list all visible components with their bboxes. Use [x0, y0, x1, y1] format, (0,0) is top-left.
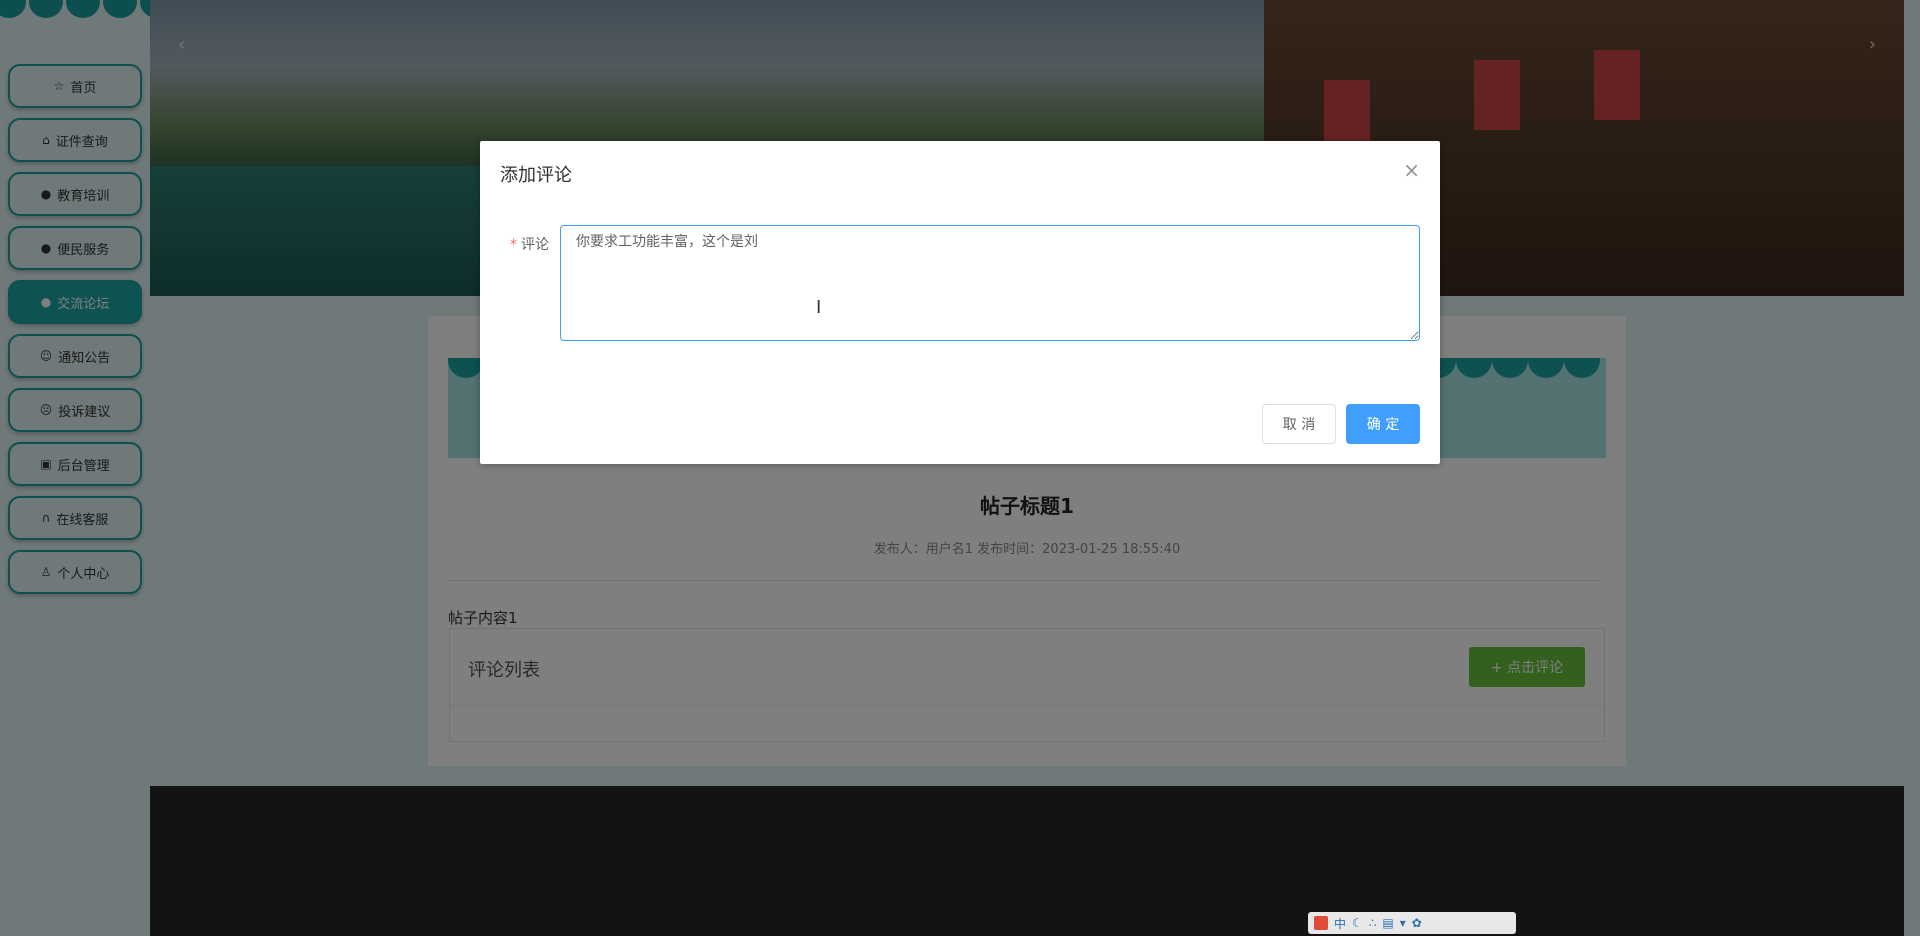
confirm-button[interactable]: 确 定 — [1346, 404, 1420, 444]
keyboard-icon[interactable]: ▤ — [1382, 916, 1393, 930]
dots-icon[interactable]: ∴ — [1369, 916, 1377, 930]
required-mark: * — [510, 237, 517, 253]
gear-icon[interactable]: ✿ — [1412, 916, 1422, 930]
ime-toolbar[interactable]: 中 ☾ ∴ ▤ ▾ ✿ — [1308, 912, 1516, 934]
dialog-title: 添加评论 — [500, 165, 572, 186]
shirt-icon[interactable]: ▾ — [1400, 916, 1406, 930]
cancel-button[interactable]: 取 消 — [1262, 404, 1336, 444]
close-icon[interactable]: × — [1403, 158, 1420, 182]
ime-mode-label[interactable]: 中 — [1334, 915, 1346, 932]
moon-icon[interactable]: ☾ — [1352, 916, 1363, 930]
add-comment-dialog: 添加评论 × * 评论 你要求工功能丰富，这个是刘 I 取 消 确 定 — [480, 141, 1440, 464]
text-cursor-icon: I — [816, 297, 822, 318]
comment-field-label: * 评论 — [510, 234, 549, 254]
comment-textarea[interactable]: 你要求工功能丰富，这个是刘 — [560, 225, 1420, 341]
ime-logo-icon — [1314, 916, 1328, 930]
comment-label-text: 评论 — [521, 237, 549, 253]
